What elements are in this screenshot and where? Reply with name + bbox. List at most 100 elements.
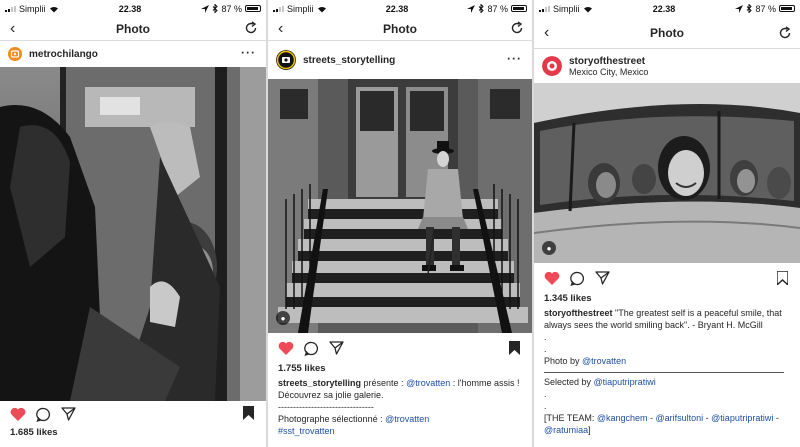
caption-dot: . xyxy=(544,401,547,411)
tagged-people-icon[interactable]: ● xyxy=(542,241,556,255)
share-icon[interactable] xyxy=(329,341,344,355)
comment-icon[interactable] xyxy=(304,341,319,356)
caption-text: [THE TEAM: xyxy=(544,413,597,423)
location-icon xyxy=(201,4,210,13)
post-header: streets_storytelling ··· xyxy=(268,41,532,79)
mention-link[interactable]: @trovatten xyxy=(385,414,429,424)
location-icon xyxy=(467,4,476,13)
back-chevron-icon[interactable]: ‹ xyxy=(10,21,15,37)
mention-link[interactable]: @tiaputripratiwi xyxy=(594,377,656,387)
mention-link[interactable]: @ratumiaa xyxy=(544,425,588,435)
caption-text: Photo by xyxy=(544,356,583,366)
status-bar: Simplii 22.38 87 % xyxy=(534,0,800,17)
post-actions xyxy=(0,401,266,427)
post-header: metrochilango ··· xyxy=(0,41,266,67)
avatar[interactable] xyxy=(276,50,296,70)
post-actions xyxy=(268,333,532,363)
bookmark-icon[interactable] xyxy=(509,341,520,355)
caption-text: - xyxy=(773,413,779,423)
caption-dot: . xyxy=(544,332,547,342)
like-heart-icon[interactable] xyxy=(278,341,294,356)
mention-link[interactable]: @arifsultoni xyxy=(656,413,704,423)
more-options-icon[interactable]: ··· xyxy=(507,52,522,66)
bluetooth-icon xyxy=(479,4,485,13)
comment-icon[interactable] xyxy=(570,271,585,286)
refresh-icon[interactable] xyxy=(778,26,792,40)
caption-dot: . xyxy=(544,344,547,354)
nav-bar: ‹ Photo xyxy=(268,17,532,41)
likes-count[interactable]: 1.345 likes xyxy=(534,293,800,304)
wifi-icon xyxy=(317,6,326,12)
mention-link[interactable]: @trovatten xyxy=(582,356,626,366)
post-header: storyofthestreet Mexico City, Mexico xyxy=(534,49,800,83)
signal-icon xyxy=(5,5,16,12)
battery-label: 87 % xyxy=(755,3,776,14)
like-heart-icon[interactable] xyxy=(10,407,26,422)
caption-text: Photographe sélectionné : xyxy=(278,414,386,424)
battery-icon xyxy=(245,5,261,12)
page-title: Photo xyxy=(383,21,417,36)
nav-bar: ‹ Photo xyxy=(534,17,800,49)
caption-separator xyxy=(544,372,784,373)
mention-link[interactable]: @trovatten xyxy=(406,378,450,388)
clock: 22.38 xyxy=(118,3,142,14)
post-caption: storyofthestreet "The greatest self is a… xyxy=(534,307,800,436)
caption-text: Selected by xyxy=(544,377,594,387)
post-photo[interactable] xyxy=(0,67,266,401)
post-photo[interactable]: ● xyxy=(534,83,800,263)
caption-text: - xyxy=(703,413,712,423)
status-bar: Simplii 22.38 87 % xyxy=(268,0,532,17)
location-icon xyxy=(735,4,744,13)
post-location[interactable]: Mexico City, Mexico xyxy=(569,67,648,77)
caption-username[interactable]: streets_storytelling xyxy=(278,378,361,388)
photo-image xyxy=(0,67,266,401)
caption-text: ] xyxy=(588,425,591,435)
like-heart-icon[interactable] xyxy=(544,271,560,286)
wifi-icon xyxy=(583,6,592,12)
post-caption: streets_storytelling présente : @trovatt… xyxy=(268,377,532,437)
likes-count[interactable]: 1.755 likes xyxy=(268,363,532,374)
share-icon[interactable] xyxy=(61,407,76,421)
screenshot-panel-1: Simplii 22.38 87 % ‹ Photo metrochilango… xyxy=(0,0,266,447)
refresh-icon[interactable] xyxy=(244,21,258,35)
mention-link[interactable]: @kangchem xyxy=(597,413,648,423)
carrier-label: Simplii xyxy=(19,3,46,14)
battery-label: 87 % xyxy=(487,3,508,14)
caption-text: présente : xyxy=(361,378,407,388)
nav-bar: ‹ Photo xyxy=(0,17,266,41)
caption-divider: -------------------------------- xyxy=(278,402,374,412)
avatar[interactable] xyxy=(542,56,562,76)
bluetooth-icon xyxy=(213,4,219,13)
back-chevron-icon[interactable]: ‹ xyxy=(278,21,283,37)
caption-username[interactable]: storyofthestreet xyxy=(544,308,613,318)
carrier-label: Simplii xyxy=(553,3,580,14)
caption-dot: . xyxy=(544,389,547,399)
post-username[interactable]: streets_storytelling xyxy=(303,55,395,66)
post-actions xyxy=(534,263,800,293)
comment-icon[interactable] xyxy=(36,407,51,422)
post-photo[interactable]: ● xyxy=(268,79,532,333)
battery-icon xyxy=(779,5,795,12)
tagged-people-icon[interactable]: ● xyxy=(276,311,290,325)
photo-image xyxy=(268,79,532,333)
photo-image xyxy=(534,83,800,263)
page-title: Photo xyxy=(116,21,150,36)
post-username[interactable]: storyofthestreet xyxy=(569,56,648,67)
caption-text: - xyxy=(647,413,656,423)
signal-icon xyxy=(539,5,550,12)
likes-count[interactable]: 1.685 likes xyxy=(0,427,266,438)
hashtag-link[interactable]: #sst_trovatten xyxy=(278,426,335,436)
post-username[interactable]: metrochilango xyxy=(29,49,98,60)
mention-link[interactable]: @tiaputripratiwi xyxy=(711,413,773,423)
carrier-label: Simplii xyxy=(287,3,314,14)
share-icon[interactable] xyxy=(595,271,610,285)
more-options-icon[interactable]: ··· xyxy=(241,46,256,60)
battery-label: 87 % xyxy=(221,3,242,14)
bookmark-icon[interactable] xyxy=(243,406,254,420)
avatar[interactable] xyxy=(8,47,22,61)
screenshot-panel-2: Simplii 22.38 87 % ‹ Photo streets_story… xyxy=(268,0,532,447)
bookmark-icon[interactable] xyxy=(777,271,788,285)
back-chevron-icon[interactable]: ‹ xyxy=(544,25,549,41)
refresh-icon[interactable] xyxy=(510,21,524,35)
bluetooth-icon xyxy=(747,4,753,13)
